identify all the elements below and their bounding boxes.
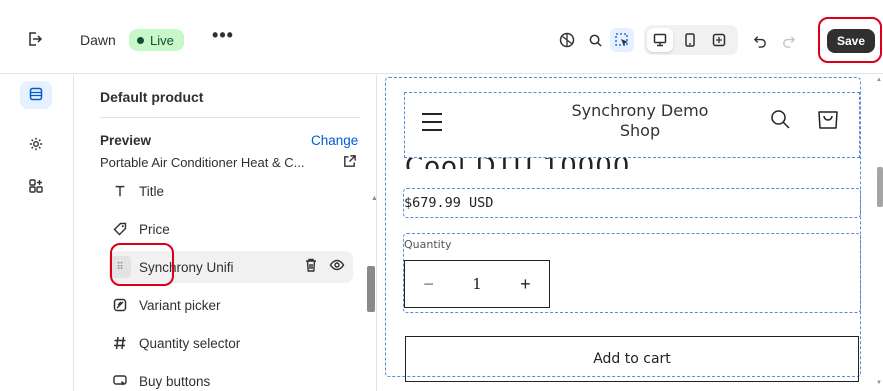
preview-label: Preview [100,133,152,148]
panel-divider [100,117,360,118]
quantity-minus-button[interactable]: − [405,274,452,295]
quantity-value[interactable]: 1 [452,275,501,293]
quantity-stepper: − 1 + [404,260,550,308]
settings-icon [28,136,44,155]
preview-scrollbar-thumb[interactable] [877,167,883,207]
preview-scroll-down-arrow[interactable]: ▼ [876,380,882,386]
store-preview: Cool DTU 10000 Synchrony Demo Shop $679.… [376,75,883,391]
desktop-icon[interactable] [648,28,672,52]
product-title: Cool DTU 10000 [405,157,630,169]
variant-picker-icon [109,294,131,316]
product-price: $679.99 USD [403,188,861,218]
apps-icon [28,178,44,197]
theme-name: Dawn [80,32,116,48]
store-search-icon[interactable] [769,108,791,133]
more-actions-button[interactable]: ••• [210,26,236,50]
editor-rail [0,75,74,391]
rail-item-apps[interactable] [20,173,52,201]
inspector-icon[interactable] [610,28,634,52]
status-badge-label: Live [150,32,174,48]
visibility-eye-icon[interactable] [329,257,345,276]
cart-icon[interactable] [815,106,841,135]
section-settings-panel: Default product Preview Change Portable … [75,75,378,391]
preview-product-name: Portable Air Conditioner Heat & C... [100,155,305,170]
exit-button[interactable] [24,29,46,51]
preview-scroll-up-arrow[interactable]: ▲ [876,77,882,83]
panel-title: Default product [100,89,204,105]
quantity-block: Quantity − 1 + [403,233,861,313]
block-item-label: Quantity selector [139,335,241,351]
row-actions [303,257,345,276]
quantity-selector-icon [109,332,131,354]
block-item-label: Buy buttons [139,373,211,389]
block-item-title[interactable]: Title [109,183,353,207]
delete-icon[interactable] [303,257,319,276]
mobile-icon[interactable] [678,28,702,52]
redo-icon[interactable] [776,28,800,52]
block-tree: Title Price ⠿ Synchrony Unifi Variant pi… [75,183,376,391]
menu-icon[interactable] [422,113,442,131]
block-item-label: Variant picker [139,297,221,313]
drag-handle-highlight-ring [110,243,174,286]
rail-item-settings[interactable] [20,131,52,159]
buy-buttons-icon [109,370,131,391]
block-item-label: Title [139,183,165,199]
block-item-label: Price [139,221,170,237]
search-icon[interactable] [583,28,607,52]
block-item-price[interactable]: Price [109,213,353,245]
shop-name[interactable]: Synchrony Demo Shop [555,101,725,141]
quantity-label: Quantity [404,238,452,251]
rail-item-sections[interactable] [20,81,52,109]
block-item-buy-buttons[interactable]: Buy buttons [109,365,353,391]
sections-icon [28,86,44,105]
block-item-variant-picker[interactable]: Variant picker [109,289,353,321]
store-header: Synchrony Demo Shop [404,92,860,158]
add-to-cart-button[interactable]: Add to cart [405,336,859,382]
exit-icon [27,31,43,50]
change-preview-link[interactable]: Change [311,133,358,148]
live-dot-icon [137,36,144,44]
title-icon [109,183,131,202]
undo-icon[interactable] [748,28,772,52]
external-link-icon[interactable] [342,154,358,170]
accessibility-icon[interactable] [555,28,579,52]
save-highlight-ring [818,17,882,63]
editor-topbar: Dawn Live ••• Save [0,0,883,74]
fullscreen-icon[interactable] [707,28,731,52]
status-badge: Live [129,29,184,51]
quantity-plus-button[interactable]: + [502,274,549,295]
price-icon [109,218,131,240]
block-item-quantity-selector[interactable]: Quantity selector [109,327,353,359]
panel-scrollbar-thumb[interactable] [367,266,375,312]
